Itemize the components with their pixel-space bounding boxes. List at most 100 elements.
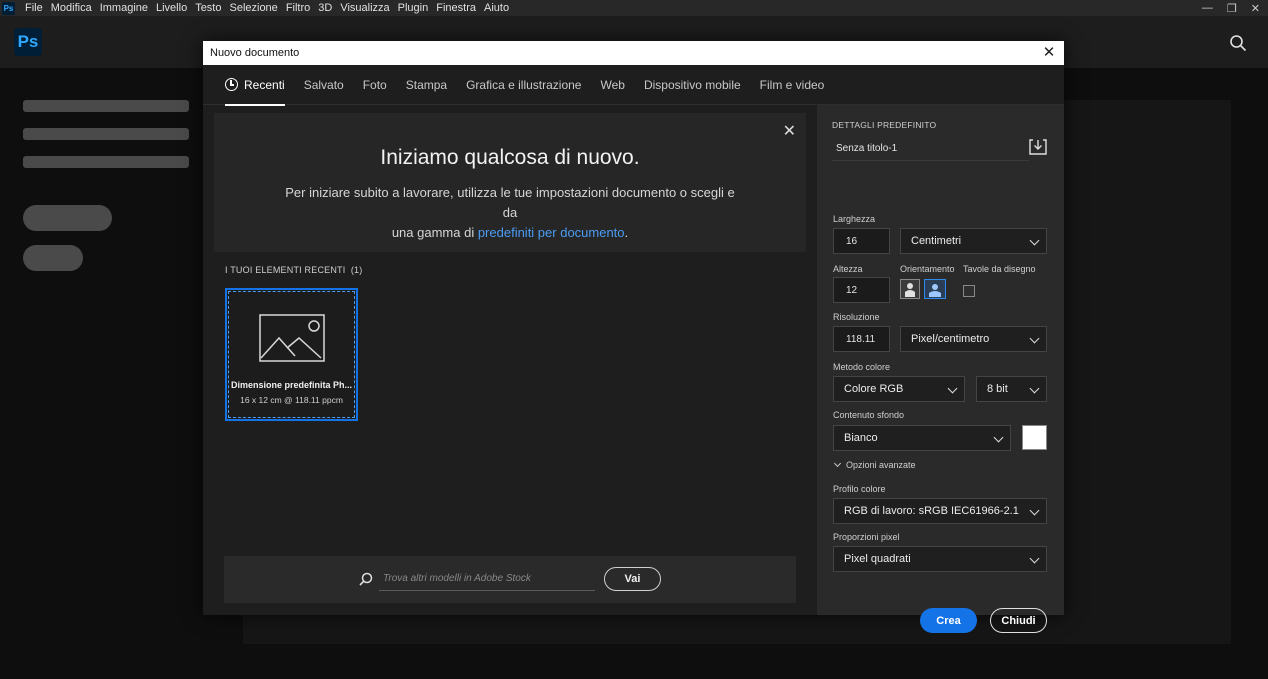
width-label: Larghezza [833,214,876,224]
preset-tabs: Recenti Salvato Foto Stampa Grafica e il… [203,65,1064,106]
welcome-text-part: . [624,225,629,240]
bit-depth-value: 8 bit [987,383,1008,395]
menu-finestra[interactable]: Finestra [432,0,480,16]
menu-plugin[interactable]: Plugin [394,0,433,16]
minimize-icon[interactable]: — [1202,2,1213,14]
color-profile-label: Profilo colore [833,484,886,494]
close-icon[interactable]: ✕ [783,121,796,141]
window-controls: — ❐ ✕ [1202,0,1260,16]
chevron-down-icon [947,383,958,394]
create-button[interactable]: Crea [920,608,977,633]
menu-testo[interactable]: Testo [191,0,225,16]
menu-livello[interactable]: Livello [152,0,191,16]
color-mode-value: Colore RGB [844,383,904,395]
pixel-aspect-label: Proporzioni pixel [833,532,900,542]
home-placeholder-line [23,128,189,140]
background-select[interactable]: Bianco [833,425,1011,451]
menu-file[interactable]: File [21,0,47,16]
welcome-text-part: Per iniziare subito a lavorare, utilizza… [285,185,735,220]
tab-label: Recenti [244,77,285,92]
welcome-title: Iniziamo qualcosa di nuovo. [380,146,640,169]
resolution-unit-value: Pixel/centimetro [911,333,990,345]
save-preset-icon[interactable] [1029,139,1047,157]
menu-bar: Ps File Modifica Immagine Livello Testo … [0,0,1268,16]
portrait-orientation-icon[interactable] [900,279,920,299]
color-mode-select[interactable]: Colore RGB [833,376,965,402]
stock-search-bar: Vai [224,556,796,603]
color-profile-value: RGB di lavoro: sRGB IEC61966-2.1 [844,505,1019,517]
menu-modifica[interactable]: Modifica [47,0,96,16]
recent-item-card[interactable]: Dimensione predefinita Ph... 16 x 12 cm … [225,288,358,421]
recent-items-header: I TUOI ELEMENTI RECENTI (1) [225,265,362,275]
tab-salvato[interactable]: Salvato [304,65,344,105]
tab-film-e-video[interactable]: Film e video [760,65,825,105]
resolution-unit-select[interactable]: Pixel/centimetro [900,326,1047,352]
artboards-label: Tavole da disegno [963,264,1036,274]
menu-aiuto[interactable]: Aiuto [480,0,513,16]
menu-visualizza[interactable]: Visualizza [336,0,393,16]
tab-dispositivo-mobile[interactable]: Dispositivo mobile [644,65,741,105]
welcome-banner: ✕ Iniziamo qualcosa di nuovo. Per inizia… [214,113,806,252]
welcome-text: Per iniziare subito a lavorare, utilizza… [284,183,736,243]
width-field[interactable]: 16 [833,228,890,254]
preset-details-panel: DETTAGLI PREDEFINITO Senza titolo-1 Larg… [817,105,1064,633]
home-placeholder-line [23,100,189,112]
background-label: Contenuto sfondo [833,410,905,420]
chevron-down-icon [1029,333,1040,344]
chevron-down-icon [1029,505,1040,516]
resolution-label: Risoluzione [833,312,880,322]
tab-foto[interactable]: Foto [363,65,387,105]
width-unit-select[interactable]: Centimetri [900,228,1047,254]
bit-depth-select[interactable]: 8 bit [976,376,1047,402]
menu-selezione[interactable]: Selezione [225,0,281,16]
home-placeholder-button [23,245,83,271]
pixel-aspect-select[interactable]: Pixel quadrati [833,546,1047,572]
vai-button[interactable]: Vai [604,567,661,591]
recent-items-title: I TUOI ELEMENTI RECENTI [225,265,346,275]
new-document-dialog: Nuovo documento ✕ Recenti Salvato Foto S… [203,41,1064,633]
menu-3d[interactable]: 3D [314,0,336,16]
photoshop-app-icon: Ps [2,1,15,15]
recent-item-info: 16 x 12 cm @ 118.11 ppcm [240,395,343,405]
chevron-down-icon [993,432,1004,443]
menu-filtro[interactable]: Filtro [282,0,314,16]
presets-link[interactable]: predefiniti per documento [478,225,625,240]
tab-recenti[interactable]: Recenti [225,65,285,106]
stock-search-input[interactable] [379,567,595,591]
dialog-titlebar: Nuovo documento ✕ [203,41,1064,65]
height-label: Altezza [833,264,863,274]
height-field[interactable]: 12 [833,277,890,303]
background-value: Bianco [844,432,878,444]
dialog-title: Nuovo documento [210,47,300,59]
artboards-checkbox[interactable] [963,285,975,297]
advanced-options-toggle[interactable]: Opzioni avanzate [833,459,916,470]
resolution-field[interactable]: 118.11 [833,326,890,352]
tab-stampa[interactable]: Stampa [406,65,447,105]
background-color-swatch[interactable] [1022,425,1047,450]
document-name-field[interactable]: Senza titolo-1 [832,137,1029,161]
close-icon[interactable]: ✕ [1040,43,1058,63]
pixel-aspect-value: Pixel quadrati [844,553,911,565]
close-icon[interactable]: ✕ [1251,2,1260,15]
photoshop-logo[interactable]: Ps [14,28,42,56]
chevron-down-icon [1029,235,1040,246]
recent-items-count: (1) [350,265,363,275]
width-unit-value: Centimetri [911,235,962,247]
clock-icon [225,78,238,91]
details-title: DETTAGLI PREDEFINITO [832,120,937,130]
tab-grafica-e-illustrazione[interactable]: Grafica e illustrazione [466,65,581,105]
chevron-down-icon [1029,553,1040,564]
search-icon[interactable] [1229,34,1247,57]
search-icon [359,572,373,591]
menu-immagine[interactable]: Immagine [96,0,152,16]
recent-item-name: Dimensione predefinita Ph... [230,380,353,390]
tab-web[interactable]: Web [600,65,624,105]
advanced-options-label: Opzioni avanzate [846,460,916,470]
welcome-text-part: una gamma di [391,225,478,240]
color-profile-select[interactable]: RGB di lavoro: sRGB IEC61966-2.1 [833,498,1047,524]
image-placeholder-icon [259,314,325,362]
landscape-orientation-icon[interactable] [924,279,946,299]
restore-icon[interactable]: ❐ [1227,2,1237,15]
orientation-label: Orientamento [900,264,955,274]
close-button[interactable]: Chiudi [990,608,1047,633]
